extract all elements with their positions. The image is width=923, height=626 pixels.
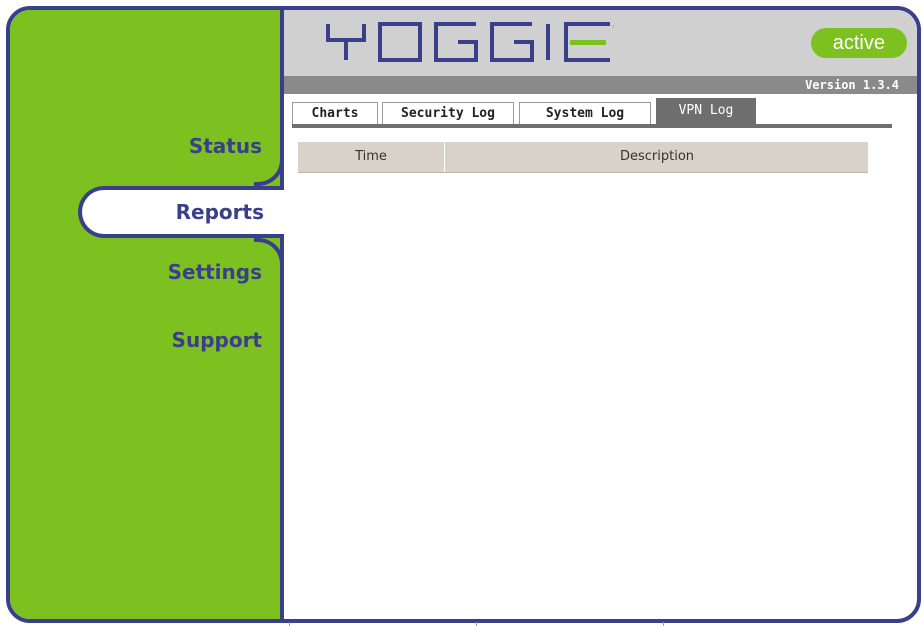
- status-badge: active: [810, 28, 907, 58]
- tab-vpn-log[interactable]: VPN Log: [656, 98, 756, 124]
- sidebar-item-status[interactable]: Status: [189, 134, 262, 158]
- divider-tick: [289, 622, 290, 626]
- version-label: Version 1.3.4: [284, 76, 917, 94]
- log-table-header: Time Description: [298, 142, 868, 173]
- header: ™ active: [284, 10, 917, 76]
- column-header-time[interactable]: Time: [298, 142, 445, 172]
- tab-charts[interactable]: Charts: [292, 102, 378, 124]
- svg-text:™: ™: [612, 25, 614, 32]
- sidebar-item-reports[interactable]: Reports: [78, 186, 284, 238]
- sidebar: Status Settings Support: [10, 10, 284, 619]
- column-header-description[interactable]: Description: [446, 142, 868, 172]
- log-tabs: Charts Security Log System Log VPN Log: [292, 98, 892, 128]
- tab-system-log[interactable]: System Log: [519, 102, 651, 124]
- yoggie-logo: ™: [326, 22, 614, 62]
- tab-security-log[interactable]: Security Log: [382, 102, 514, 124]
- tab-underline: [292, 124, 892, 128]
- divider-tick: [663, 622, 664, 626]
- sidebar-item-support[interactable]: Support: [172, 328, 262, 352]
- sidebar-item-label: Reports: [175, 200, 264, 224]
- sidebar-item-settings[interactable]: Settings: [168, 260, 262, 284]
- divider-tick: [476, 622, 477, 626]
